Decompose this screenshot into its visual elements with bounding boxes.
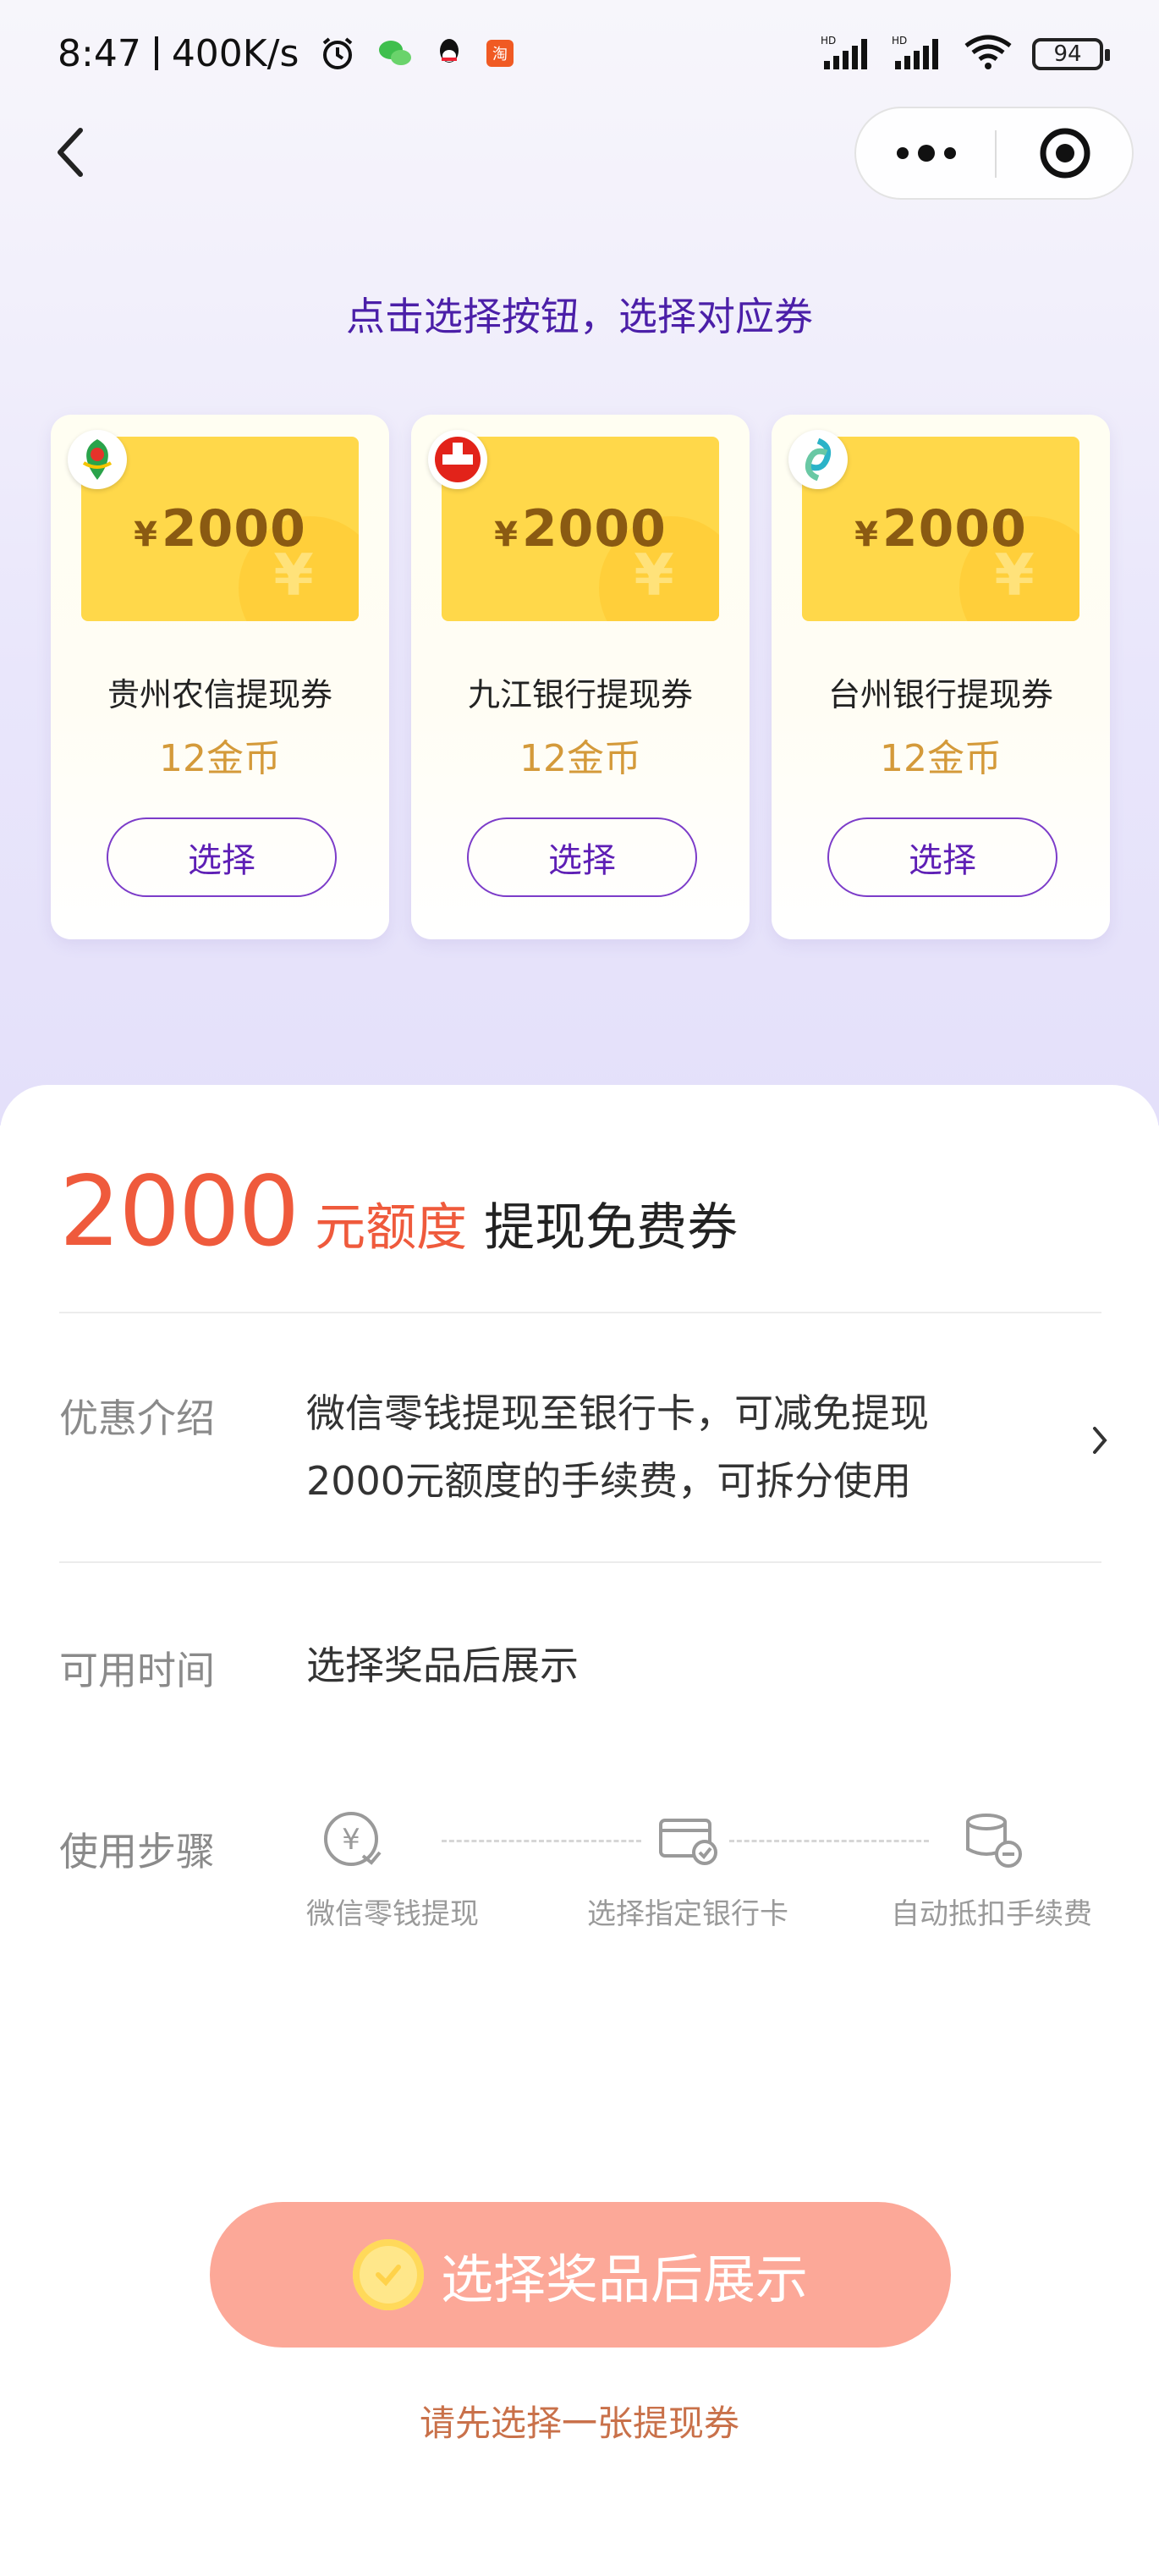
intro-label: 优惠介绍: [59, 1395, 215, 1441]
status-time: 8:47: [58, 31, 141, 75]
confirm-button[interactable]: 选择奖品后展示: [210, 2202, 951, 2348]
intro-line: 微信零钱提现至银行卡，可减免提现: [306, 1390, 929, 1436]
step-text: 自动抵扣手续费: [891, 1897, 1092, 1931]
more-button[interactable]: [856, 108, 996, 198]
coupon-name: 台州银行提现券: [827, 676, 1053, 713]
step-item: ¥ 微信零钱提现: [306, 1803, 479, 1932]
battery-level: 94: [1053, 41, 1082, 67]
coupon-price: 12金币: [159, 737, 281, 780]
tzbank-logo-icon: [788, 430, 848, 489]
back-button[interactable]: [41, 118, 100, 186]
svg-text:HD: HD: [821, 35, 836, 47]
select-coupon-button[interactable]: 选择: [827, 817, 1057, 897]
intro-line: 2000元额度的手续费，可拆分使用: [306, 1458, 912, 1504]
coupon-card-list: ¥ ¥2000 贵州农信提现券 12金币 选择 ¥ ¥2000 九江银行提现券 …: [51, 415, 1110, 939]
step-item: 自动抵扣手续费: [882, 1803, 1101, 1932]
select-coupon-button[interactable]: 选择: [107, 817, 337, 897]
time-value: 选择奖品后展示: [306, 1643, 579, 1688]
coupon-amount: ¥2000: [134, 499, 306, 559]
qq-icon: [434, 36, 464, 71]
time-label: 可用时间: [59, 1648, 215, 1693]
battery-icon: 94: [1032, 38, 1110, 70]
status-separator: [154, 36, 158, 70]
amount-value: 2000: [521, 499, 667, 559]
wallet-yuan-icon: ¥: [306, 1803, 399, 1879]
coupon-headline: 2000 元额度 提现免费券: [59, 1155, 739, 1268]
wifi-icon: [963, 34, 1013, 74]
intro-expand-button[interactable]: [1083, 1415, 1117, 1466]
status-left: 8:47 400K/s 淘: [58, 25, 515, 81]
usage-steps: ¥ 微信零钱提现 选择指定银行卡 自动抵扣手续费: [306, 1803, 1101, 1938]
jjbank-logo-icon: [428, 430, 487, 489]
chevron-right-icon: [1093, 1427, 1107, 1454]
svg-text:HD: HD: [892, 35, 907, 47]
coupon-price: 12金币: [880, 737, 1002, 780]
headline-amount: 2000: [59, 1155, 299, 1268]
coupon-amount: ¥2000: [494, 499, 667, 559]
confirm-button-label: 选择奖品后展示: [440, 2248, 808, 2310]
coupon-name: 九江银行提现券: [467, 676, 693, 713]
select-coupon-hint: 请先选择一张提现券: [419, 2403, 739, 2444]
divider: [59, 1312, 1101, 1313]
steps-label: 使用步骤: [59, 1829, 215, 1874]
coupon-name: 贵州农信提现券: [107, 676, 332, 713]
status-right: HD HD 94: [821, 29, 1110, 80]
amount-value: 2000: [882, 499, 1027, 559]
coupon-price: 12金币: [519, 737, 641, 780]
coupon-amount: ¥2000: [854, 499, 1027, 559]
select-coupon-button[interactable]: 选择: [467, 817, 697, 897]
bank-card-icon: [582, 1803, 794, 1879]
headline-unit: 元额度: [315, 1198, 468, 1258]
signal-icon-2: HD: [892, 34, 944, 74]
taobao-icon: 淘: [485, 38, 515, 69]
step-item: 选择指定银行卡: [582, 1803, 794, 1932]
svg-text:¥: ¥: [342, 1823, 360, 1857]
more-dots-icon: [896, 145, 956, 162]
selection-hint: 点击选择按钮，选择对应券: [346, 294, 813, 339]
alarm-icon: [319, 35, 356, 72]
miniprogram-capsule: [854, 107, 1134, 200]
signal-icon: HD: [821, 34, 873, 74]
currency-symbol: ¥: [854, 515, 879, 554]
network-speed: 400K/s: [171, 31, 299, 75]
target-close-icon: [1040, 128, 1090, 179]
gzrcc-logo-icon: [68, 430, 127, 489]
chevron-left-icon: [58, 128, 83, 177]
coin-stack-minus-icon: [882, 1803, 1101, 1879]
currency-symbol: ¥: [494, 515, 519, 554]
coupon-card: ¥ ¥2000 贵州农信提现券 12金币 选择: [51, 415, 389, 939]
step-text: 微信零钱提现: [306, 1897, 479, 1931]
svg-text:淘: 淘: [492, 46, 508, 63]
coin-check-icon: [352, 2239, 424, 2310]
close-miniprogram-button[interactable]: [997, 108, 1134, 198]
currency-symbol: ¥: [134, 515, 158, 554]
intro-text: 微信零钱提现至银行卡，可减免提现 2000元额度的手续费，可拆分使用: [306, 1379, 929, 1515]
status-bar: 8:47 400K/s 淘 HD HD 94: [0, 0, 1159, 102]
coupon-card: ¥ ¥2000 台州银行提现券 12金币 选择: [772, 415, 1110, 939]
step-text: 选择指定银行卡: [587, 1897, 788, 1931]
headline-label: 提现免费券: [484, 1198, 739, 1258]
wechat-icon: [376, 36, 414, 70]
coupon-card: ¥ ¥2000 九江银行提现券 12金币 选择: [411, 415, 750, 939]
amount-value: 2000: [161, 499, 306, 559]
divider: [59, 1561, 1101, 1563]
